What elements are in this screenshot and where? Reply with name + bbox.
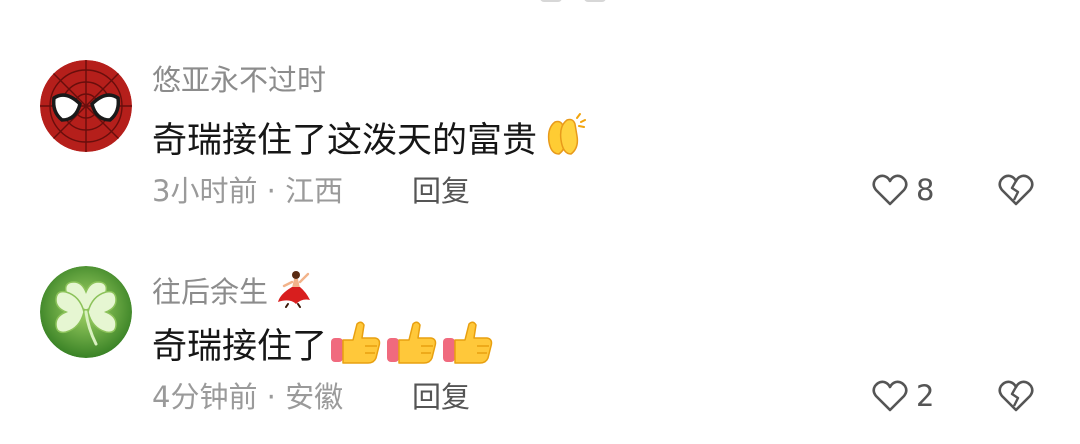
like-count: 2 — [916, 379, 935, 413]
reply-button[interactable]: 回复 — [412, 173, 470, 209]
thumbs-up-icon — [441, 318, 495, 375]
meta-separator: · — [257, 174, 286, 208]
comment-location: 江西 — [285, 174, 344, 208]
like-button[interactable]: 2 — [870, 376, 934, 416]
comment-username[interactable]: 往后余生 — [152, 268, 314, 315]
comment-text: 奇瑞接住了 — [152, 318, 495, 375]
heart-outline-icon — [872, 380, 908, 412]
spider-mask-icon — [40, 60, 132, 152]
dislike-button[interactable] — [996, 376, 1036, 420]
comment-username[interactable]: 悠亚永不过时 — [152, 62, 326, 98]
thumbs-up-icon — [329, 318, 383, 375]
flamenco-dancer-icon — [274, 268, 314, 315]
like-button[interactable]: 8 — [870, 170, 934, 210]
comment-time: 4分钟前 — [152, 380, 258, 414]
comment-item: 往后余生 奇瑞接住了 4分钟前 · 安徽 回复 2 — [0, 264, 1080, 444]
like-count: 8 — [916, 173, 935, 207]
comment-text: 奇瑞接住了这泼天的富贵 — [152, 112, 587, 169]
previous-comment-fragment — [540, 0, 630, 4]
dislike-button[interactable] — [996, 170, 1036, 214]
avatar[interactable] — [40, 60, 132, 152]
broken-heart-outline-icon — [998, 380, 1034, 412]
broken-heart-outline-icon — [998, 174, 1034, 206]
thumbs-up-icon — [385, 318, 439, 375]
comment-item: 悠亚永不过时 奇瑞接住了这泼天的富贵 3小时前 · 江西 回复 8 — [0, 58, 1080, 238]
comment-time: 3小时前 — [152, 174, 258, 208]
comment-meta: 3小时前 · 江西 — [152, 173, 343, 209]
avatar[interactable] — [40, 266, 132, 358]
clapping-hands-icon — [539, 112, 587, 169]
clover-icon — [40, 266, 132, 358]
meta-separator: · — [257, 380, 286, 414]
comment-location: 安徽 — [285, 380, 344, 414]
heart-outline-icon — [872, 174, 908, 206]
